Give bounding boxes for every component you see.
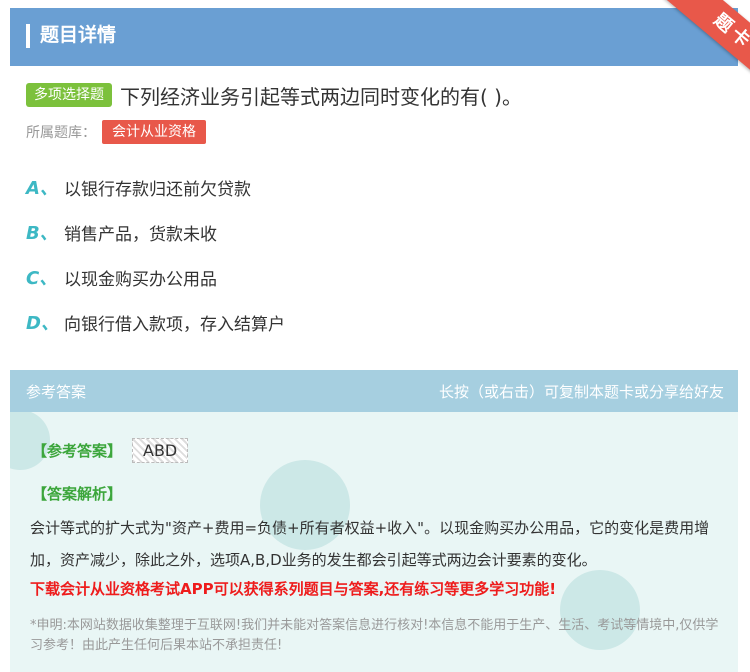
reference-answer-label: 【参考答案】 bbox=[32, 442, 123, 460]
option-text: 以现金购买办公用品 bbox=[64, 269, 217, 290]
question-bank-tag[interactable]: 会计从业资格 bbox=[102, 120, 206, 144]
option-c[interactable]: C、 以现金购买办公用品 bbox=[26, 262, 217, 292]
question-card: 多项选择题 下列经济业务引起等式两边同时变化的有( )。 所属题库： 会计从业资… bbox=[10, 66, 738, 348]
option-text: 销售产品，货款未收 bbox=[64, 224, 217, 245]
share-hint: 长按（或右击）可复制本题卡或分享给好友 bbox=[438, 383, 724, 401]
question-text: 下列经济业务引起等式两边同时变化的有( )。 bbox=[120, 84, 522, 109]
answer-card[interactable]: 参考答案 长按（或右击）可复制本题卡或分享给好友 【参考答案】 ABD 【答案解… bbox=[10, 370, 738, 672]
analysis-label: 【答案解析】 bbox=[32, 485, 123, 503]
option-d[interactable]: D、 向银行借入款项，存入结算户 bbox=[26, 307, 285, 337]
option-letter: B、 bbox=[26, 223, 58, 244]
option-letter: A、 bbox=[26, 178, 58, 199]
question-bank-label: 所属题库： bbox=[26, 125, 96, 141]
option-a[interactable]: A、 以银行存款归还前欠贷款 bbox=[26, 172, 251, 202]
option-text: 以银行存款归还前欠贷款 bbox=[64, 179, 251, 200]
question-type-tag: 多项选择题 bbox=[26, 83, 112, 107]
question-line: 多项选择题 下列经济业务引起等式两边同时变化的有( )。 bbox=[26, 80, 522, 110]
reference-answer-value: ABD bbox=[132, 438, 189, 463]
answer-section-title: 参考答案 bbox=[26, 383, 87, 401]
answer-header: 参考答案 长按（或右击）可复制本题卡或分享给好友 bbox=[10, 370, 738, 412]
option-letter: D、 bbox=[26, 313, 59, 334]
option-b[interactable]: B、 销售产品，货款未收 bbox=[26, 217, 217, 247]
question-bank-line: 所属题库： 会计从业资格 bbox=[26, 120, 206, 144]
analysis-text: 会计等式的扩大式为"资产+费用=负债+所有者权益+收入"。以现金购买办公用品，它… bbox=[30, 519, 710, 569]
header-accent-bar bbox=[26, 24, 30, 48]
disclaimer-text: *申明:本网站数据收集整理于互联网!我们并未能对答案信息进行核对!本信息不能用于… bbox=[30, 618, 719, 653]
app-promo-text[interactable]: 下载会计从业资格考试APP可以获得系列题目与答案,还有练习等更多学习功能! bbox=[30, 578, 556, 599]
page-title: 题目详情 bbox=[40, 24, 117, 46]
option-letter: C、 bbox=[26, 268, 58, 289]
option-text: 向银行借入款项，存入结算户 bbox=[64, 314, 285, 335]
